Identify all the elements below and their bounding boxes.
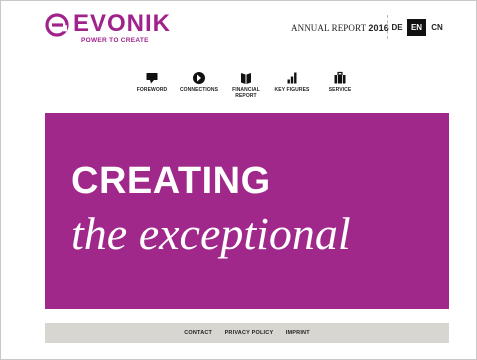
nav-label-financial-report: FINANCIAL REPORT xyxy=(221,87,271,99)
nav-label-key-figures: KEY FIGURES xyxy=(274,87,310,93)
speech-bubble-icon xyxy=(146,73,158,84)
report-title: ANNUAL REPORT 2016 xyxy=(291,23,389,33)
nav-label-financial-line2: REPORT xyxy=(235,93,257,99)
nav-financial-report[interactable]: FINANCIAL REPORT xyxy=(221,71,271,99)
logo-wordmark: EVONIK xyxy=(73,10,172,37)
bar-chart-icon xyxy=(287,72,297,84)
nav-label-service: SERVICE xyxy=(328,87,352,93)
nav-service[interactable]: SERVICE xyxy=(315,71,365,93)
book-icon xyxy=(241,73,251,84)
nav-connections[interactable]: CONNECTIONS xyxy=(174,71,224,93)
evonik-logo-icon xyxy=(45,13,69,37)
report-year: 2016 xyxy=(368,23,389,33)
language-de[interactable]: DE xyxy=(389,19,405,36)
footer-bar: CONTACT PRIVACY POLICY IMPRINT xyxy=(45,323,449,343)
nav-label-connections: CONNECTIONS xyxy=(179,87,219,93)
nav-key-figures[interactable]: KEY FIGURES xyxy=(267,71,317,93)
hero-banner[interactable]: CREATING the exceptional xyxy=(45,113,449,309)
language-divider xyxy=(387,15,388,39)
logo-tagline: POWER TO CREATE xyxy=(81,37,149,44)
nav-foreword[interactable]: FOREWORD xyxy=(127,71,177,93)
page-frame: EVONIK POWER TO CREATE ANNUAL REPORT 201… xyxy=(0,0,477,360)
language-en-active[interactable]: EN xyxy=(407,19,426,36)
hero-headline: CREATING xyxy=(71,160,271,202)
hero-subheadline: the exceptional xyxy=(71,208,351,259)
report-title-prefix: ANNUAL REPORT xyxy=(291,23,367,33)
language-cn[interactable]: CN xyxy=(429,19,445,36)
footer-link-imprint[interactable]: IMPRINT xyxy=(286,323,310,343)
connections-icon xyxy=(193,72,205,84)
footer-link-contact[interactable]: CONTACT xyxy=(184,323,212,343)
nav-label-foreword: FOREWORD xyxy=(136,87,168,93)
footer-link-privacy-policy[interactable]: PRIVACY POLICY xyxy=(225,323,274,343)
briefcase-icon xyxy=(334,71,346,84)
